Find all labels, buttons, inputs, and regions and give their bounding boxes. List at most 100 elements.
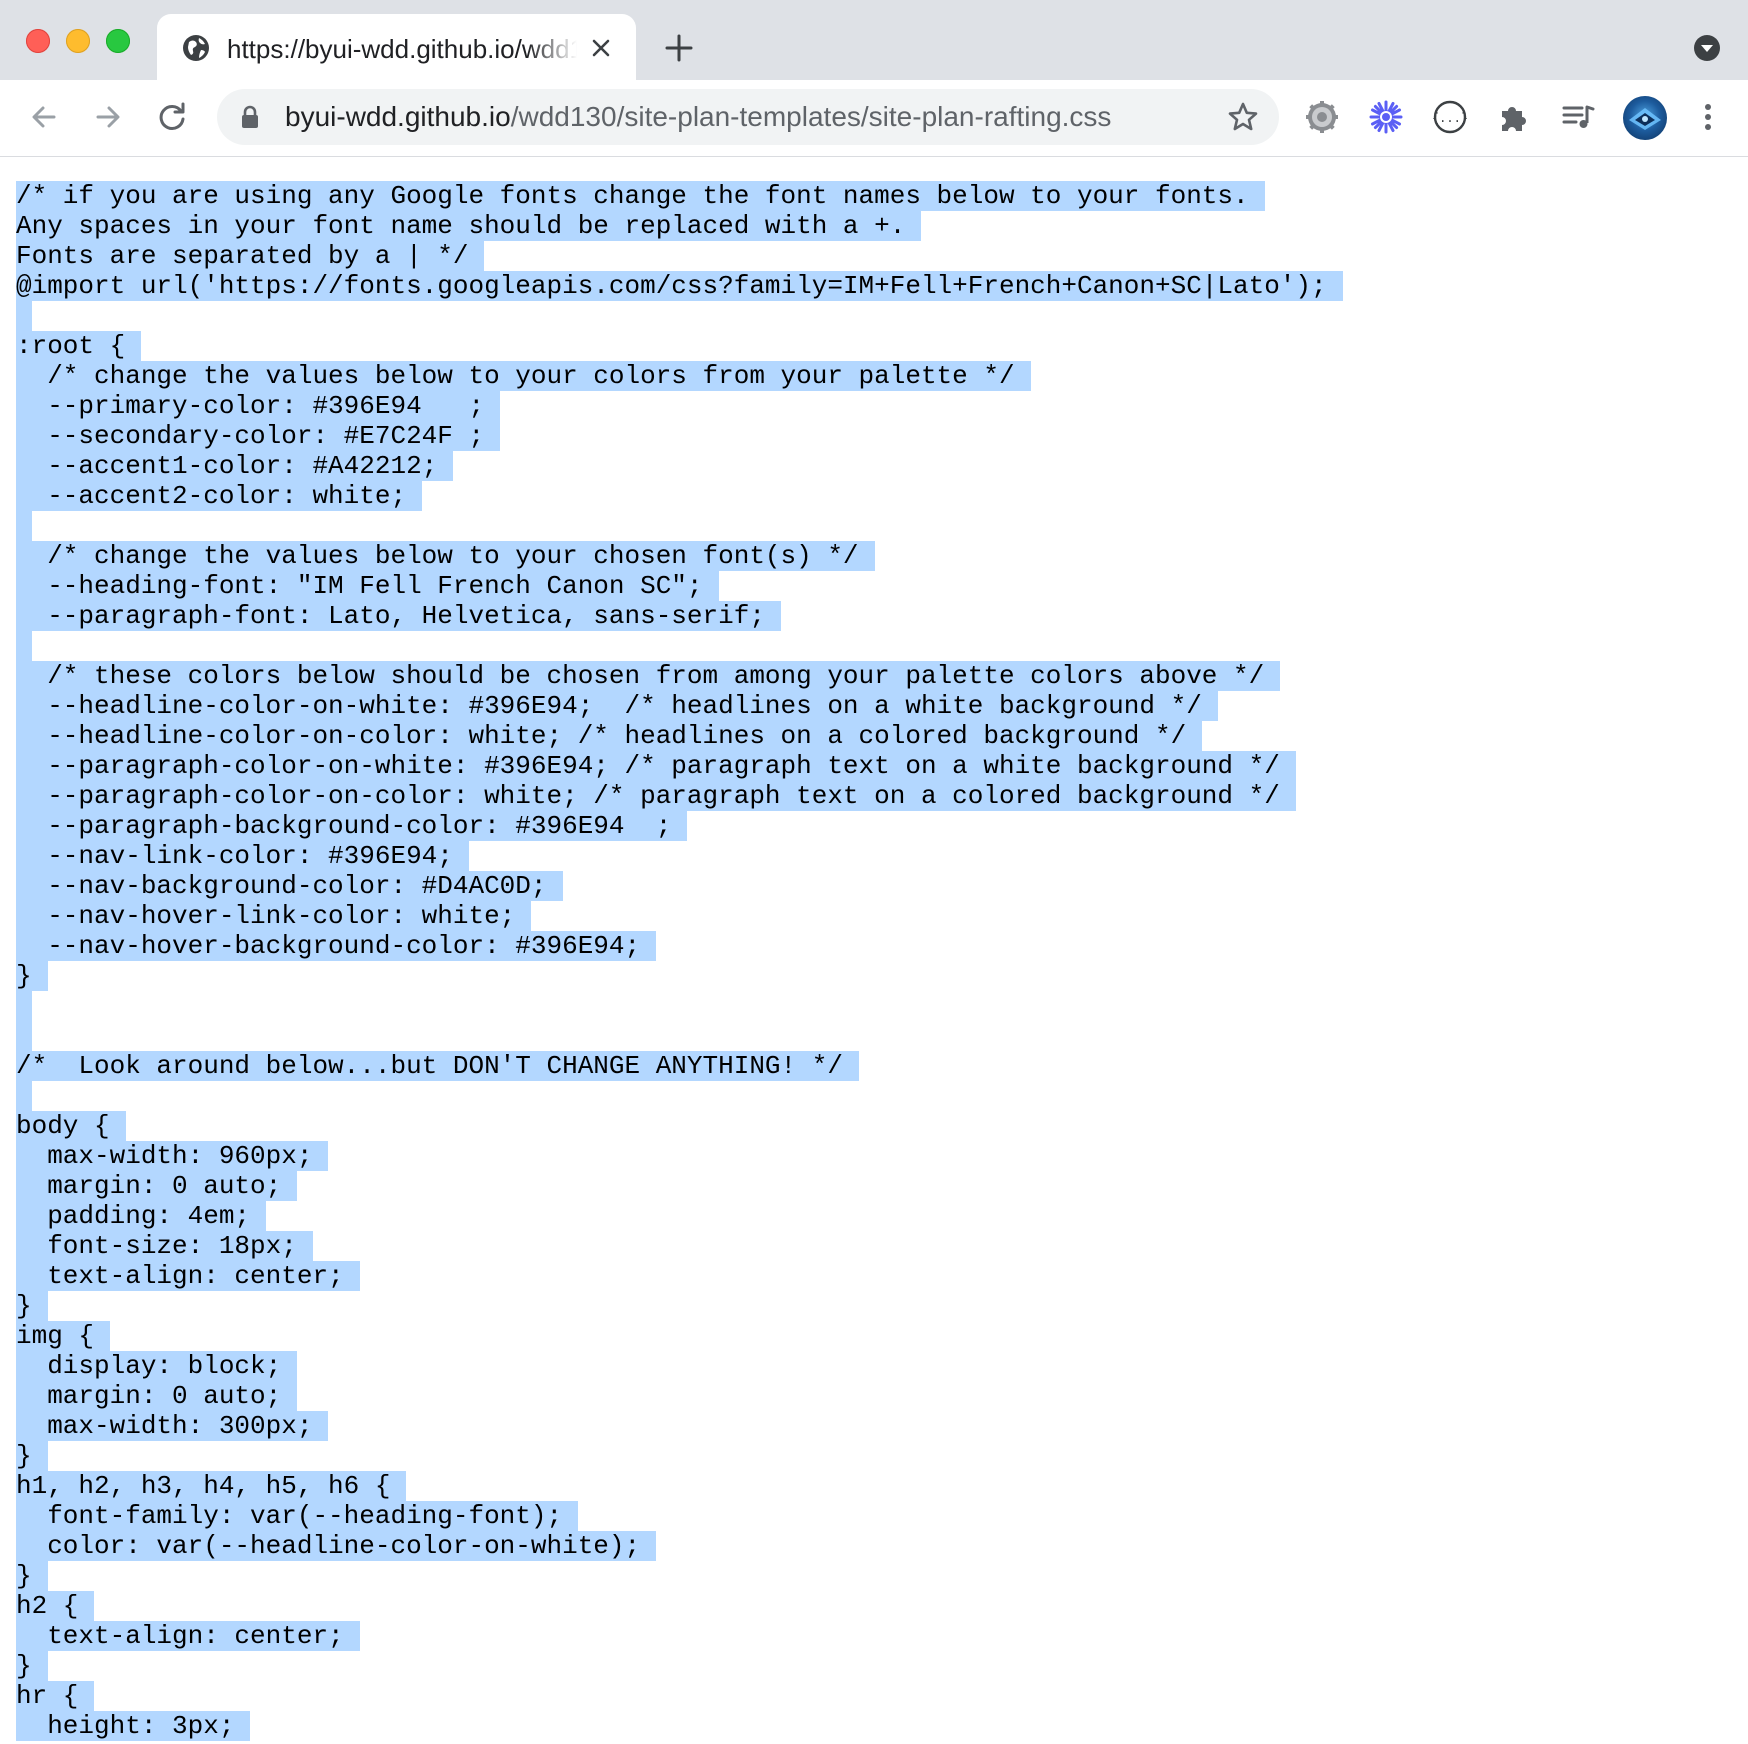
star-icon[interactable]: [1227, 101, 1259, 133]
code-line: display: block;: [16, 1351, 1343, 1381]
code-line-text: /* change the values below to your color…: [16, 361, 1031, 391]
code-line-text: --paragraph-color-on-white: #396E94; /* …: [16, 751, 1296, 781]
code-line: :root {: [16, 331, 1343, 361]
code-line: --secondary-color: #E7C24F ;: [16, 421, 1343, 451]
profile-avatar[interactable]: [1623, 96, 1667, 140]
code-line: h1, h2, h3, h4, h5, h6 {: [16, 1471, 1343, 1501]
code-line-text: display: block;: [16, 1351, 298, 1381]
json-extension-icon[interactable]: {...}: [1432, 99, 1468, 135]
code-line-text: --primary-color: #396E94 ;: [16, 391, 501, 421]
forward-arrow-icon[interactable]: [90, 99, 126, 135]
tab-strip: https://byui-wdd.github.io/wdd130/site-p…: [0, 0, 1748, 80]
code-line: --accent2-color: white;: [16, 481, 1343, 511]
puzzle-icon[interactable]: [1496, 99, 1532, 135]
media-queue-icon[interactable]: [1560, 99, 1596, 135]
browser-toolbar: byui-wdd.github.io/wdd130/site-plan-temp…: [0, 80, 1748, 157]
more-vert-icon[interactable]: [1690, 99, 1726, 135]
code-line-text: --nav-link-color: #396E94;: [16, 841, 469, 871]
code-line-text: img {: [16, 1321, 111, 1351]
plus-icon[interactable]: [664, 33, 694, 63]
avatar-image: [1629, 108, 1661, 130]
empty-line-selection: [16, 301, 32, 331]
code-line: --accent1-color: #A42212;: [16, 451, 1343, 481]
code-line: --paragraph-color-on-color: white; /* pa…: [16, 781, 1343, 811]
code-line-text: /* these colors below should be chosen f…: [16, 661, 1281, 691]
code-line: --paragraph-color-on-white: #396E94; /* …: [16, 751, 1343, 781]
code-line-text: --nav-hover-background-color: #396E94;: [16, 931, 657, 961]
code-line: font-size: 18px;: [16, 1231, 1343, 1261]
globe-icon: [183, 35, 209, 61]
back-arrow-icon[interactable]: [26, 99, 62, 135]
code-line-text: margin: 0 auto;: [16, 1381, 298, 1411]
page-content[interactable]: /* if you are using any Google fonts cha…: [0, 157, 1748, 1744]
code-line-text: Any spaces in your font name should be r…: [16, 211, 922, 241]
snowflake-extension-icon[interactable]: [1368, 99, 1404, 135]
code-line: margin: 0 auto;: [16, 1381, 1343, 1411]
code-line: [16, 991, 1343, 1021]
code-line: margin: 0 auto;: [16, 1171, 1343, 1201]
code-line: /* Look around below...but DON'T CHANGE …: [16, 1051, 1343, 1081]
code-line-text: /* change the values below to your chose…: [16, 541, 875, 571]
code-line: }: [16, 1441, 1343, 1471]
code-line: body {: [16, 1111, 1343, 1141]
code-line-text: }: [16, 1651, 48, 1681]
code-line: --nav-link-color: #396E94;: [16, 841, 1343, 871]
empty-line-selection: [16, 631, 32, 661]
reload-icon[interactable]: [154, 99, 190, 135]
code-line: [16, 631, 1343, 661]
code-line-text: --paragraph-color-on-color: white; /* pa…: [16, 781, 1296, 811]
svg-text:{...}: {...}: [1432, 111, 1468, 125]
code-line-text: h2 {: [16, 1591, 95, 1621]
code-line: --paragraph-background-color: #396E94 ;: [16, 811, 1343, 841]
gear-extension-icon[interactable]: [1304, 99, 1340, 135]
address-bar[interactable]: byui-wdd.github.io/wdd130/site-plan-temp…: [217, 89, 1279, 145]
code-line-text: Fonts are separated by a | */: [16, 241, 485, 271]
code-line-text: :root {: [16, 331, 142, 361]
css-source-text: /* if you are using any Google fonts cha…: [16, 181, 1343, 1741]
empty-line-selection: [16, 991, 32, 1021]
chevron-down-icon[interactable]: [1692, 33, 1722, 63]
code-line-text: text-align: center;: [16, 1621, 360, 1651]
code-line-text: /* Look around below...but DON'T CHANGE …: [16, 1051, 859, 1081]
code-line: --paragraph-font: Lato, Helvetica, sans-…: [16, 601, 1343, 631]
code-line: }: [16, 1291, 1343, 1321]
code-line-text: --paragraph-background-color: #396E94 ;: [16, 811, 688, 841]
code-line-text: font-size: 18px;: [16, 1231, 313, 1261]
browser-tab[interactable]: https://byui-wdd.github.io/wdd130/site-p…: [157, 14, 636, 80]
code-line: /* these colors below should be chosen f…: [16, 661, 1343, 691]
url-text[interactable]: byui-wdd.github.io/wdd130/site-plan-temp…: [285, 101, 1111, 133]
code-line: Fonts are separated by a | */: [16, 241, 1343, 271]
code-line-text: max-width: 300px;: [16, 1411, 329, 1441]
code-line: max-width: 960px;: [16, 1141, 1343, 1171]
code-line: h2 {: [16, 1591, 1343, 1621]
code-line-text: @import url('https://fonts.googleapis.co…: [16, 271, 1343, 301]
code-line-text: }: [16, 1561, 48, 1591]
code-line-text: max-width: 960px;: [16, 1141, 329, 1171]
lock-icon[interactable]: [239, 105, 261, 129]
code-line: img {: [16, 1321, 1343, 1351]
code-line-text: h1, h2, h3, h4, h5, h6 {: [16, 1471, 407, 1501]
maximize-window-button[interactable]: [106, 29, 130, 53]
url-host: byui-wdd.github.io: [285, 101, 511, 132]
code-line-text: }: [16, 961, 48, 991]
url-path: /wdd130/site-plan-templates/site-plan-ra…: [510, 101, 1112, 132]
code-line-text: height: 3px;: [16, 1711, 251, 1741]
code-line: --nav-hover-link-color: white;: [16, 901, 1343, 931]
code-line-text: body {: [16, 1111, 126, 1141]
code-line: Any spaces in your font name should be r…: [16, 211, 1343, 241]
code-line-text: --accent1-color: #A42212;: [16, 451, 454, 481]
code-line-text: --headline-color-on-color: white; /* hea…: [16, 721, 1203, 751]
minimize-window-button[interactable]: [66, 29, 90, 53]
code-line: color: var(--headline-color-on-white);: [16, 1531, 1343, 1561]
empty-line-selection: [16, 1081, 32, 1111]
close-window-button[interactable]: [26, 29, 50, 53]
code-line: }: [16, 1561, 1343, 1591]
code-line: --headline-color-on-white: #396E94; /* h…: [16, 691, 1343, 721]
code-line: /* if you are using any Google fonts cha…: [16, 181, 1343, 211]
close-icon[interactable]: [589, 36, 613, 60]
tab-title: https://byui-wdd.github.io/wdd130/site-p…: [227, 34, 577, 64]
code-line-text: --nav-background-color: #D4AC0D;: [16, 871, 563, 901]
code-line: height: 3px;: [16, 1711, 1343, 1741]
code-line-text: /* if you are using any Google fonts cha…: [16, 181, 1265, 211]
code-line: [16, 1081, 1343, 1111]
